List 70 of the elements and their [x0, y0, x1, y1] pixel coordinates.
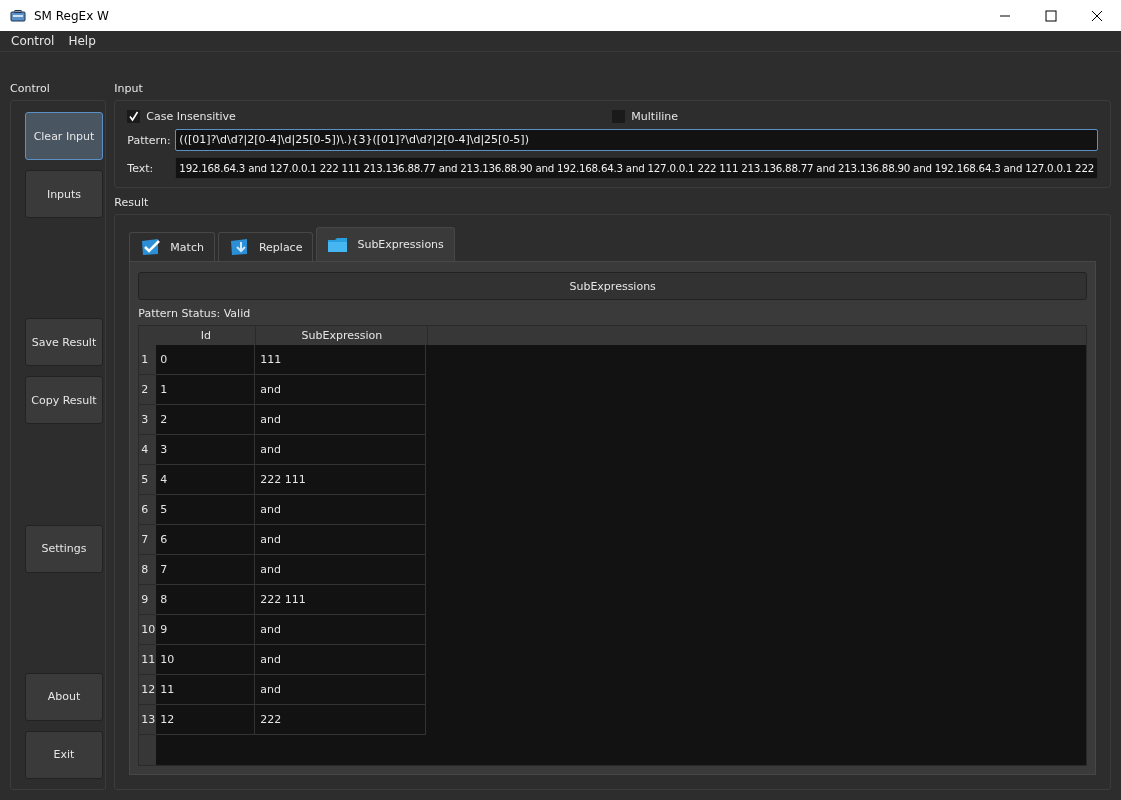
table-cell: and	[255, 495, 427, 525]
side-button[interactable]: Copy Result	[25, 376, 103, 425]
side-button[interactable]: Clear Input	[25, 112, 103, 160]
menu-item[interactable]: Control	[11, 34, 55, 48]
table-cell: and	[255, 435, 427, 465]
row-header: 11	[139, 645, 157, 675]
side-button[interactable]: Inputs	[25, 170, 103, 218]
row-header: 8	[139, 555, 157, 585]
row-header: 7	[139, 525, 157, 555]
row-header: 5	[139, 465, 157, 495]
maximize-icon[interactable]	[1045, 9, 1057, 22]
field-label: Text:	[127, 161, 155, 175]
table-cell: 4	[156, 465, 256, 495]
side-button[interactable]: Exit	[25, 731, 103, 779]
table-cell: and	[255, 525, 427, 555]
row-header: 10	[139, 615, 157, 645]
group-title: Control	[10, 82, 50, 96]
table-cell: 5	[156, 495, 256, 525]
table-cell: and	[255, 615, 427, 645]
table-cell: 1	[156, 375, 256, 405]
table-cell: 12	[156, 705, 256, 735]
table-cell: 6	[156, 525, 256, 555]
table-cell: 2	[156, 405, 256, 435]
tab[interactable]: Replace	[217, 232, 314, 261]
field-label: Pattern:	[127, 133, 170, 147]
row-header: 3	[139, 405, 157, 435]
checkbox-label: Multiline	[631, 110, 679, 123]
subexpressions-button[interactable]: SubExpressions	[138, 272, 1087, 300]
text-field[interactable]: 192.168.64.3 and 127.0.0.1 222 111 213.136.88.77 and 213.136.88.90 and 192.168.64.3 and 127.0.0.1 222 111 213.136.88.77 and 213.136.88.90 and 192.168.64.3 and 127.0.0.1 222	[175, 157, 1098, 179]
table-cell: 11	[156, 675, 256, 705]
table-cell: 0	[156, 345, 256, 375]
row-header: 9	[139, 585, 157, 615]
table-cell: and	[255, 375, 427, 405]
window-title: SM RegEx W	[34, 8, 109, 23]
row-header: 1	[139, 345, 157, 375]
table-cell: 9	[156, 615, 256, 645]
checkbox-label: Case Insensitive	[146, 110, 236, 123]
table-cell: 7	[156, 555, 256, 585]
table-cell: 222 111	[255, 465, 427, 495]
side-button[interactable]: About	[25, 673, 103, 721]
side-button[interactable]: Save Result	[25, 318, 103, 367]
row-header: 2	[139, 375, 157, 405]
table-cell: 111	[255, 345, 427, 375]
table-cell: 8	[156, 585, 256, 615]
tab[interactable]: Match	[129, 232, 215, 261]
table-cell: 222	[255, 705, 427, 735]
pattern-field[interactable]: (([01]?\d\d?|2[0-4]\d|25[0-5])\.){3}([01]?\d\d?|2[0-4]\d|25[0-5])	[175, 129, 1098, 151]
menu-item[interactable]: Help	[68, 34, 96, 48]
status-text: Pattern Status: Valid	[138, 307, 251, 320]
checkbox[interactable]	[127, 110, 141, 123]
checkmark-icon	[140, 238, 163, 256]
row-header: 6	[139, 495, 157, 525]
table-cell: and	[255, 645, 427, 675]
table-cell: 10	[156, 645, 256, 675]
table-cell: 3	[156, 435, 256, 465]
row-header: 12	[139, 675, 157, 705]
row-header: 4	[139, 435, 157, 465]
side-button[interactable]: Settings	[25, 524, 103, 573]
group-title: Result	[114, 196, 149, 210]
folder-icon	[327, 235, 350, 254]
group-title: Input	[114, 82, 143, 96]
app-icon	[10, 9, 26, 22]
tab[interactable]: SubExpressions	[316, 227, 455, 261]
table-cell: and	[255, 405, 427, 435]
table-cell: and	[255, 675, 427, 705]
row-header-strip	[139, 735, 157, 765]
table-cell: 222 111	[255, 585, 427, 615]
table-cell: and	[255, 555, 427, 585]
close-icon[interactable]	[1091, 9, 1103, 22]
row-header: 13	[139, 705, 157, 735]
